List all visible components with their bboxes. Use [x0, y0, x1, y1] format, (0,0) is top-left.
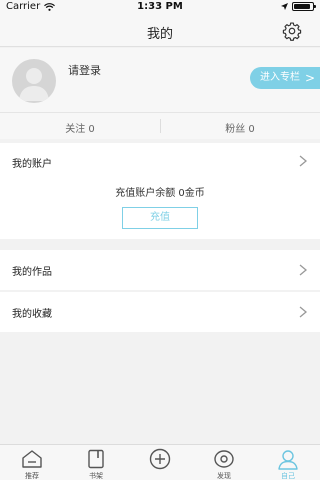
chevron-right-icon[interactable] — [298, 155, 308, 167]
gear-icon[interactable] — [282, 21, 302, 41]
default-avatar-icon — [19, 68, 49, 101]
tab-label: 书架 — [89, 472, 103, 480]
chevron-right-icon — [299, 306, 308, 318]
battery-fill — [294, 4, 311, 9]
fans-count[interactable]: 粉丝 0 — [160, 120, 320, 135]
following-count[interactable]: 关注 0 — [0, 120, 160, 135]
profile-header: 请登录 进入专栏 > — [0, 48, 320, 112]
account-section: 我的账户 充值账户余额 0金币 充值 — [0, 143, 320, 239]
tab-me[interactable]: 自己 — [256, 445, 320, 480]
tab-create[interactable] — [128, 445, 192, 480]
tab-bar: 推荐 书架 发现 自己 — [0, 444, 320, 480]
location-arrow-icon — [281, 3, 288, 10]
chevron-right-icon: > — [304, 71, 315, 85]
tab-label: 推荐 — [25, 472, 39, 480]
battery-icon — [292, 2, 316, 11]
status-right — [281, 2, 316, 11]
balance-text: 充值账户余额 0金币 — [115, 188, 205, 199]
home-icon — [22, 450, 42, 468]
account-title[interactable]: 我的账户 — [12, 155, 52, 170]
login-prompt[interactable]: 请登录 — [68, 62, 101, 78]
stats-bar: 关注 0 粉丝 0 — [0, 112, 320, 139]
discover-icon — [214, 450, 234, 468]
tab-recommend[interactable]: 推荐 — [0, 445, 64, 480]
user-icon — [278, 450, 298, 470]
status-bar: Carrier 1:33 PM — [0, 0, 320, 15]
tab-label: 自己 — [281, 472, 295, 480]
tab-label: 发现 — [217, 472, 231, 480]
bookshelf-icon — [88, 449, 104, 469]
my-favorites-label: 我的收藏 — [12, 309, 52, 320]
nav-bar: 我的 — [0, 15, 320, 47]
tab-discover[interactable]: 发现 — [192, 445, 256, 480]
my-works-row[interactable]: 我的作品 — [0, 250, 320, 290]
page-title: 我的 — [146, 27, 173, 42]
enter-column-button[interactable]: 进入专栏 > — [250, 67, 320, 89]
status-time: 1:33 PM — [137, 1, 183, 12]
chevron-right-icon — [299, 264, 308, 276]
avatar[interactable] — [12, 59, 56, 103]
tab-bookshelf[interactable]: 书架 — [64, 445, 128, 480]
my-works-label: 我的作品 — [12, 267, 52, 278]
enter-column-label: 进入专栏 — [260, 72, 300, 83]
my-favorites-row[interactable]: 我的收藏 — [0, 292, 320, 332]
plus-circle-icon — [149, 448, 171, 470]
recharge-button[interactable]: 充值 — [122, 207, 198, 229]
